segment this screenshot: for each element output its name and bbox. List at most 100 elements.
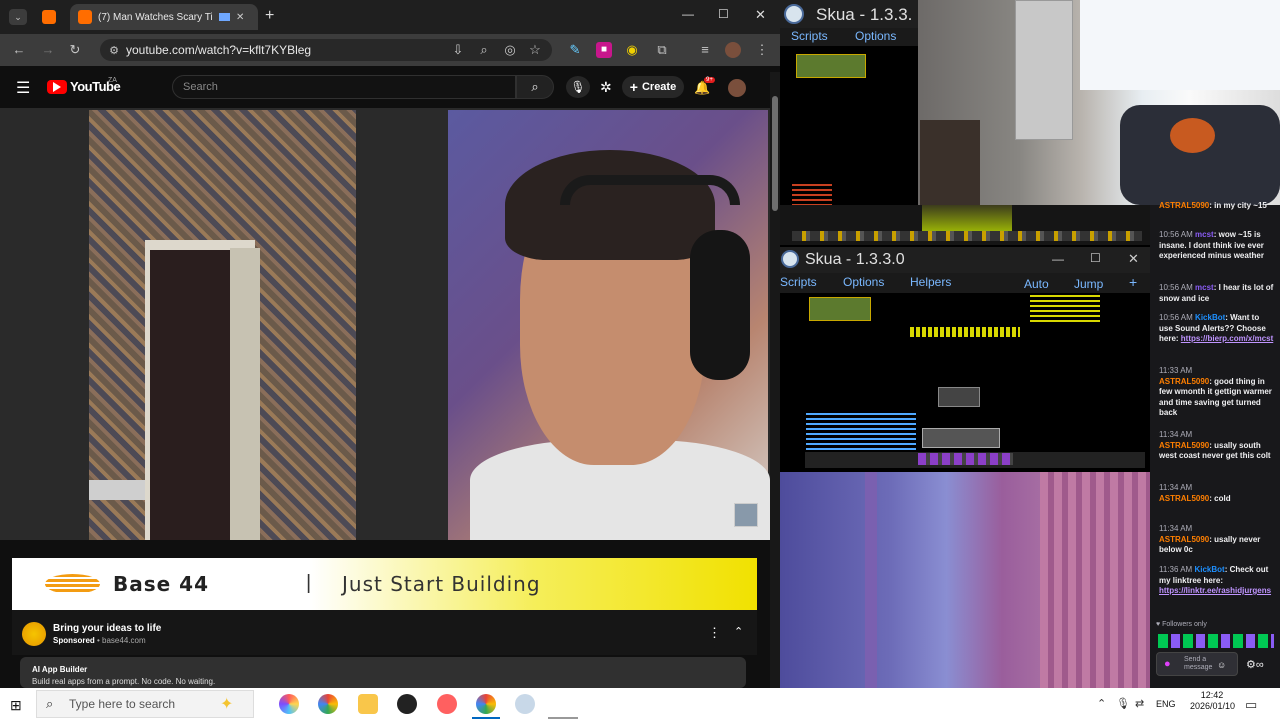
chrome-icon[interactable] [318, 694, 338, 714]
chat-message: ASTRAL5090: in my city ~15 [1159, 201, 1267, 210]
chat-input-placeholder: Send a message [1184, 656, 1213, 671]
chat-username[interactable]: KickBot [1195, 313, 1225, 322]
chat-message: 10:56 AM mcst: I hear its lot of snow an… [1159, 283, 1274, 303]
notification-center-icon[interactable]: ▭ [1245, 697, 1257, 713]
youtube-search-input[interactable]: Search [172, 75, 516, 99]
site-info-icon[interactable]: ⚙ [106, 43, 122, 59]
chat-username[interactable]: ASTRAL5090 [1159, 535, 1209, 544]
search-icon: ⌕ [531, 79, 539, 94]
tab-close-icon[interactable]: ✕ [236, 12, 244, 23]
tab-pinned[interactable] [34, 4, 64, 30]
chat-settings-icon[interactable]: ⚙∞ [1246, 658, 1264, 671]
search-button[interactable]: ⌕ [516, 75, 554, 99]
skua-2-quest-text [1030, 295, 1100, 325]
skua-2-minimize-button[interactable]: — [1052, 252, 1064, 266]
snipping-tool-icon[interactable] [437, 694, 457, 714]
chat-link-tail[interactable]: s [1267, 586, 1271, 595]
extension-pink-icon[interactable]: ■ [596, 42, 612, 58]
hair [505, 150, 715, 260]
ad-banner-title: Base 44 [113, 572, 210, 596]
skua-2-maximize-button[interactable]: ☐ [1090, 251, 1101, 265]
skua-2-menu-options[interactable]: Options [843, 275, 884, 289]
skua-2-loot-text [910, 327, 1020, 337]
window-light [1080, 0, 1280, 90]
create-button[interactable]: + Create [622, 76, 684, 98]
profile-avatar[interactable] [725, 42, 741, 58]
skua-2-menu-jump[interactable]: Jump [1074, 277, 1103, 291]
skua-2-menu-scripts[interactable]: Scripts [780, 275, 817, 289]
dark-room [150, 250, 235, 540]
close-button[interactable]: ✕ [755, 7, 766, 23]
chat-link[interactable]: https://linktr.ee/rashidjurgen [1159, 586, 1267, 595]
heart-icon: ♥ [1156, 621, 1161, 628]
chat-link[interactable]: https://bierp.com/x/mcst [1181, 334, 1273, 343]
ad-collapse-icon[interactable]: ⌃ [734, 625, 743, 638]
scrollbar-thumb[interactable] [772, 96, 778, 211]
skua-2-title: Skua - 1.3.3.0 [805, 251, 905, 268]
windows-start-icon[interactable]: ⊞ [10, 697, 22, 714]
eye-off-icon[interactable]: ◎ [502, 42, 518, 58]
chat-timestamp: 10:56 AM [1159, 313, 1193, 322]
skua-2-quest-popup [922, 428, 1000, 448]
minimize-button[interactable]: — [682, 7, 694, 21]
chat-username[interactable]: ASTRAL5090 [1159, 201, 1209, 210]
emote-bar[interactable] [1158, 634, 1274, 648]
forward-icon[interactable]: → [40, 42, 56, 58]
extension-icon[interactable]: ✎ [567, 42, 583, 58]
tray-chevron-icon[interactable]: ⌃ [1097, 697, 1106, 710]
base44-logo-icon [45, 574, 100, 594]
install-app-icon[interactable]: ⇩ [450, 42, 466, 58]
user-avatar[interactable] [728, 79, 746, 97]
chat-username[interactable]: ASTRAL5090 [1159, 494, 1209, 503]
chat-timestamp: 10:56 AM [1159, 283, 1193, 292]
chat-username[interactable]: KickBot [1194, 565, 1224, 574]
sparkle-icon[interactable]: ✲ [600, 79, 612, 96]
channel-watermark[interactable] [734, 503, 758, 527]
language-indicator[interactable]: ENG [1156, 699, 1176, 709]
obs-icon[interactable] [397, 694, 417, 714]
skua-1-menu-scripts[interactable]: Scripts [791, 29, 828, 43]
skua-2-close-button[interactable]: ✕ [1128, 251, 1139, 267]
copilot-icon[interactable] [279, 694, 299, 714]
chrome-menu-icon[interactable]: ⋮ [754, 42, 770, 58]
media-control-icon[interactable]: ≡ [697, 42, 713, 58]
voice-search-icon[interactable]: 🎙 [566, 76, 590, 98]
taskbar-clock[interactable]: 12:42 2026/01/10 [1190, 690, 1235, 712]
search-highlight-icon[interactable]: ✦ [220, 694, 233, 714]
hamburger-menu-icon[interactable]: ☰ [16, 78, 30, 98]
tray-network-icon[interactable]: ⇄ [1135, 697, 1144, 710]
plus-icon: + [629, 79, 638, 95]
create-label: Create [641, 81, 677, 93]
ad-banner-tagline: Just Start Building [342, 572, 541, 596]
ad-domain: base44.com [102, 636, 146, 645]
skua-2-menu-helpers[interactable]: Helpers [910, 275, 951, 289]
chat-username[interactable]: ASTRAL5090 [1159, 377, 1209, 386]
maximize-button[interactable]: ☐ [718, 7, 729, 21]
chat-username[interactable]: ASTRAL5090 [1159, 441, 1209, 450]
tab-active[interactable]: (7) Man Watches Scary TikT ✕ [70, 4, 258, 30]
zoom-icon[interactable]: ⌕ [476, 42, 492, 58]
extension-yellow-icon[interactable]: ◉ [624, 42, 640, 58]
notification-count-badge: 9+ [704, 77, 715, 83]
chat-username[interactable]: mcst [1195, 230, 1214, 239]
tab-search-icon[interactable]: ⌄ [9, 9, 27, 25]
chrome-active-icon[interactable] [476, 694, 496, 714]
chat-username[interactable]: mcst [1195, 283, 1214, 292]
skua-2-menu-auto[interactable]: Auto [1024, 277, 1049, 291]
bookmark-star-icon[interactable]: ☆ [527, 42, 543, 58]
skua-1-menu-options[interactable]: Options [855, 29, 896, 43]
reload-icon[interactable]: ↻ [67, 42, 83, 58]
chat-message: 11:36 AM KickBot: Check out my linktree … [1159, 565, 1272, 595]
file-explorer-icon[interactable] [358, 694, 378, 714]
skua-2-player-hud [809, 297, 871, 321]
ad-cta-desc: Build real apps from a prompt. No code. … [32, 677, 216, 686]
extensions-puzzle-icon[interactable]: ⧉ [654, 42, 670, 58]
chat-message: 11:34 AM ASTRAL5090: usally south west co… [1159, 430, 1271, 460]
back-icon[interactable]: ← [11, 42, 27, 58]
skua-2-add-icon[interactable]: + [1129, 274, 1137, 290]
emote-picker-icon[interactable]: ☺ [1217, 660, 1226, 670]
new-tab-button[interactable]: + [265, 7, 274, 25]
tray-mic-icon[interactable]: 🎙 [1116, 697, 1130, 710]
skua-taskbar-icon[interactable] [515, 694, 535, 714]
ad-more-icon[interactable]: ⋮ [708, 625, 721, 641]
